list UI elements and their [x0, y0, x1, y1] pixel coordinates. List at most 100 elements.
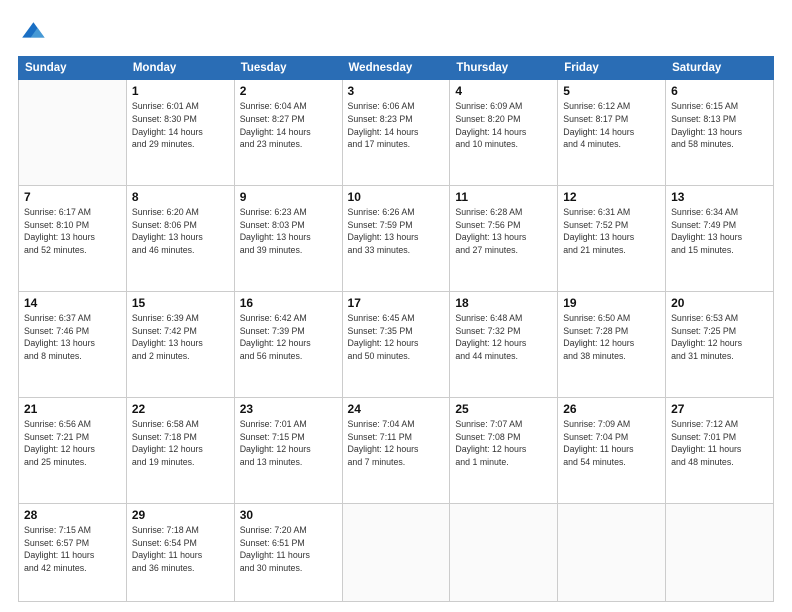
cell-info: Sunrise: 6:37 AM Sunset: 7:46 PM Dayligh… [24, 312, 121, 363]
day-number: 24 [348, 402, 445, 416]
cell-info: Sunrise: 6:15 AM Sunset: 8:13 PM Dayligh… [671, 100, 768, 151]
cell-info: Sunrise: 6:45 AM Sunset: 7:35 PM Dayligh… [348, 312, 445, 363]
day-number: 27 [671, 402, 768, 416]
calendar-cell: 12 Sunrise: 6:31 AM Sunset: 7:52 PM Dayli… [558, 185, 666, 291]
calendar-cell: 5 Sunrise: 6:12 AM Sunset: 8:17 PM Daylig… [558, 80, 666, 186]
cell-info: Sunrise: 7:09 AM Sunset: 7:04 PM Dayligh… [563, 418, 660, 469]
calendar-cell [450, 503, 558, 601]
cell-info: Sunrise: 6:09 AM Sunset: 8:20 PM Dayligh… [455, 100, 552, 151]
cell-info: Sunrise: 7:18 AM Sunset: 6:54 PM Dayligh… [132, 524, 229, 575]
day-number: 11 [455, 190, 552, 204]
calendar-cell: 21 Sunrise: 6:56 AM Sunset: 7:21 PM Dayli… [19, 397, 127, 503]
cell-info: Sunrise: 7:15 AM Sunset: 6:57 PM Dayligh… [24, 524, 121, 575]
day-number: 22 [132, 402, 229, 416]
calendar-cell: 4 Sunrise: 6:09 AM Sunset: 8:20 PM Daylig… [450, 80, 558, 186]
calendar-week-row: 7 Sunrise: 6:17 AM Sunset: 8:10 PM Daylig… [19, 185, 774, 291]
day-number: 2 [240, 84, 337, 98]
day-number: 5 [563, 84, 660, 98]
calendar-cell: 20 Sunrise: 6:53 AM Sunset: 7:25 PM Dayli… [666, 291, 774, 397]
day-number: 14 [24, 296, 121, 310]
calendar-cell: 15 Sunrise: 6:39 AM Sunset: 7:42 PM Dayli… [126, 291, 234, 397]
cell-info: Sunrise: 6:17 AM Sunset: 8:10 PM Dayligh… [24, 206, 121, 257]
day-number: 21 [24, 402, 121, 416]
cell-info: Sunrise: 6:26 AM Sunset: 7:59 PM Dayligh… [348, 206, 445, 257]
weekday-header: Friday [558, 57, 666, 80]
weekday-header: Thursday [450, 57, 558, 80]
cell-info: Sunrise: 6:31 AM Sunset: 7:52 PM Dayligh… [563, 206, 660, 257]
calendar-cell: 7 Sunrise: 6:17 AM Sunset: 8:10 PM Daylig… [19, 185, 127, 291]
cell-info: Sunrise: 6:23 AM Sunset: 8:03 PM Dayligh… [240, 206, 337, 257]
cell-info: Sunrise: 6:48 AM Sunset: 7:32 PM Dayligh… [455, 312, 552, 363]
calendar-cell [342, 503, 450, 601]
cell-info: Sunrise: 6:53 AM Sunset: 7:25 PM Dayligh… [671, 312, 768, 363]
cell-info: Sunrise: 6:56 AM Sunset: 7:21 PM Dayligh… [24, 418, 121, 469]
calendar-cell: 22 Sunrise: 6:58 AM Sunset: 7:18 PM Dayli… [126, 397, 234, 503]
calendar-cell: 29 Sunrise: 7:18 AM Sunset: 6:54 PM Dayli… [126, 503, 234, 601]
calendar-cell [558, 503, 666, 601]
cell-info: Sunrise: 7:12 AM Sunset: 7:01 PM Dayligh… [671, 418, 768, 469]
day-number: 4 [455, 84, 552, 98]
cell-info: Sunrise: 6:04 AM Sunset: 8:27 PM Dayligh… [240, 100, 337, 151]
cell-info: Sunrise: 6:28 AM Sunset: 7:56 PM Dayligh… [455, 206, 552, 257]
day-number: 6 [671, 84, 768, 98]
calendar-cell: 25 Sunrise: 7:07 AM Sunset: 7:08 PM Dayli… [450, 397, 558, 503]
day-number: 12 [563, 190, 660, 204]
day-number: 19 [563, 296, 660, 310]
calendar-cell: 1Sunrise: 6:01 AM Sunset: 8:30 PM Daylig… [126, 80, 234, 186]
day-number: 28 [24, 508, 121, 522]
day-number: 16 [240, 296, 337, 310]
cell-info: Sunrise: 6:50 AM Sunset: 7:28 PM Dayligh… [563, 312, 660, 363]
weekday-header: Tuesday [234, 57, 342, 80]
weekday-header: Sunday [19, 57, 127, 80]
cell-info: Sunrise: 6:12 AM Sunset: 8:17 PM Dayligh… [563, 100, 660, 151]
calendar-cell [19, 80, 127, 186]
calendar-cell: 3Sunrise: 6:06 AM Sunset: 8:23 PM Daylig… [342, 80, 450, 186]
calendar-cell: 27 Sunrise: 7:12 AM Sunset: 7:01 PM Dayli… [666, 397, 774, 503]
calendar-cell: 28 Sunrise: 7:15 AM Sunset: 6:57 PM Dayli… [19, 503, 127, 601]
calendar-cell: 2 Sunrise: 6:04 AM Sunset: 8:27 PM Daylig… [234, 80, 342, 186]
weekday-header: Monday [126, 57, 234, 80]
day-number: 18 [455, 296, 552, 310]
calendar-cell: 23Sunrise: 7:01 AM Sunset: 7:15 PM Dayli… [234, 397, 342, 503]
header [18, 18, 774, 46]
calendar-cell: 14 Sunrise: 6:37 AM Sunset: 7:46 PM Dayli… [19, 291, 127, 397]
weekday-header: Saturday [666, 57, 774, 80]
day-number: 7 [24, 190, 121, 204]
calendar-cell: 11 Sunrise: 6:28 AM Sunset: 7:56 PM Dayli… [450, 185, 558, 291]
day-number: 25 [455, 402, 552, 416]
calendar-cell: 16Sunrise: 6:42 AM Sunset: 7:39 PM Dayli… [234, 291, 342, 397]
calendar-cell: 26 Sunrise: 7:09 AM Sunset: 7:04 PM Dayli… [558, 397, 666, 503]
calendar-week-row: 28 Sunrise: 7:15 AM Sunset: 6:57 PM Dayli… [19, 503, 774, 601]
calendar-cell: 10 Sunrise: 6:26 AM Sunset: 7:59 PM Dayli… [342, 185, 450, 291]
calendar-cell: 13 Sunrise: 6:34 AM Sunset: 7:49 PM Dayli… [666, 185, 774, 291]
cell-info: Sunrise: 6:20 AM Sunset: 8:06 PM Dayligh… [132, 206, 229, 257]
day-number: 17 [348, 296, 445, 310]
day-number: 26 [563, 402, 660, 416]
cell-info: Sunrise: 7:04 AM Sunset: 7:11 PM Dayligh… [348, 418, 445, 469]
calendar-cell: 6 Sunrise: 6:15 AM Sunset: 8:13 PM Daylig… [666, 80, 774, 186]
calendar-cell: 19 Sunrise: 6:50 AM Sunset: 7:28 PM Dayli… [558, 291, 666, 397]
calendar-cell: 18 Sunrise: 6:48 AM Sunset: 7:32 PM Dayli… [450, 291, 558, 397]
day-number: 13 [671, 190, 768, 204]
day-number: 3 [348, 84, 445, 98]
weekday-header: Wednesday [342, 57, 450, 80]
calendar-week-row: 1Sunrise: 6:01 AM Sunset: 8:30 PM Daylig… [19, 80, 774, 186]
cell-info: Sunrise: 7:07 AM Sunset: 7:08 PM Dayligh… [455, 418, 552, 469]
weekday-row: SundayMondayTuesdayWednesdayThursdayFrid… [19, 57, 774, 80]
day-number: 9 [240, 190, 337, 204]
calendar-cell [666, 503, 774, 601]
calendar-cell: 17 Sunrise: 6:45 AM Sunset: 7:35 PM Dayli… [342, 291, 450, 397]
calendar-header: SundayMondayTuesdayWednesdayThursdayFrid… [19, 57, 774, 80]
cell-info: Sunrise: 6:58 AM Sunset: 7:18 PM Dayligh… [132, 418, 229, 469]
cell-info: Sunrise: 6:34 AM Sunset: 7:49 PM Dayligh… [671, 206, 768, 257]
calendar-cell: 8Sunrise: 6:20 AM Sunset: 8:06 PM Daylig… [126, 185, 234, 291]
logo-icon [18, 18, 46, 46]
day-number: 29 [132, 508, 229, 522]
day-number: 15 [132, 296, 229, 310]
day-number: 10 [348, 190, 445, 204]
day-number: 1 [132, 84, 229, 98]
cell-info: Sunrise: 6:39 AM Sunset: 7:42 PM Dayligh… [132, 312, 229, 363]
day-number: 20 [671, 296, 768, 310]
cell-info: Sunrise: 7:20 AM Sunset: 6:51 PM Dayligh… [240, 524, 337, 575]
calendar-body: 1Sunrise: 6:01 AM Sunset: 8:30 PM Daylig… [19, 80, 774, 602]
